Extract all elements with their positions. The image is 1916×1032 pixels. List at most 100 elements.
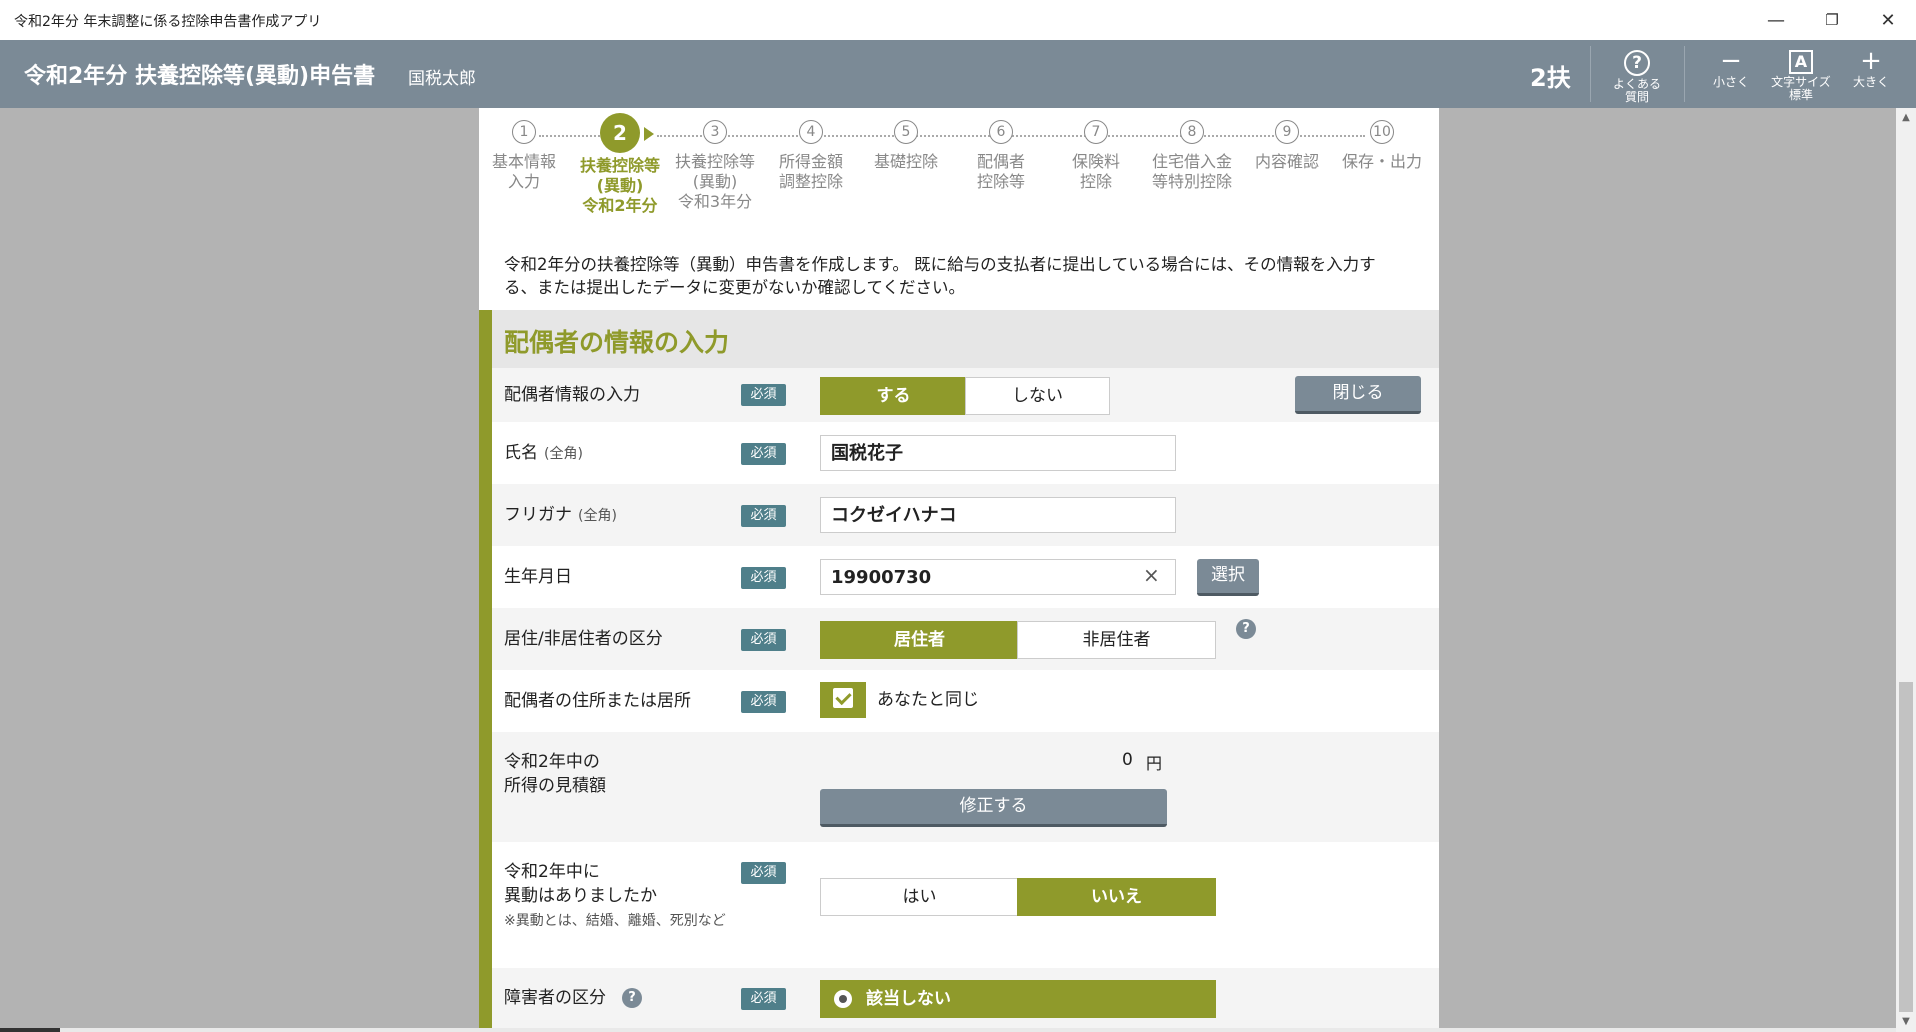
step-2[interactable]: 2 扶養控除等 (異動) 令和2年分	[570, 113, 670, 216]
font-size-icon: A	[1789, 50, 1813, 74]
check-icon	[833, 688, 853, 708]
spouse-address-row: 配偶者の住所または居所 必須 あなたと同じ	[492, 670, 1439, 732]
spouse-kana-input[interactable]: コクゼイハナコ	[820, 497, 1176, 533]
help-icon[interactable]: ?	[622, 988, 642, 1008]
required-badge: 必須	[741, 443, 786, 465]
question-icon: ?	[1624, 50, 1650, 76]
window-title: 令和2年分 年末調整に係る控除申告書作成アプリ	[14, 14, 322, 30]
field-label: 氏名 (全角)	[504, 441, 583, 466]
close-icon: ✕	[1880, 9, 1896, 31]
restore-icon: ❐	[1825, 11, 1839, 29]
clear-icon[interactable]: ×	[1143, 563, 1160, 587]
field-label: 障害者の区分	[504, 988, 606, 1008]
close-window-button[interactable]: ✕	[1860, 0, 1916, 40]
minimize-icon: —	[1767, 9, 1785, 31]
field-label: 生年月日	[504, 567, 572, 587]
change-yes-toggle[interactable]: はい	[820, 878, 1019, 916]
help-icon[interactable]: ?	[1236, 619, 1256, 639]
field-label: 令和2年中の 所得の見積額	[504, 750, 606, 798]
field-label: 配偶者情報の入力	[504, 385, 640, 405]
step-label: 保存・出力	[1341, 152, 1422, 171]
spouse-income-row: 令和2年中の 所得の見積額 0 円 修正する	[492, 732, 1439, 842]
step-label: 内容確認	[1254, 152, 1319, 171]
field-label-line: 令和2年中の	[504, 752, 600, 772]
same-address-checkbox[interactable]	[820, 682, 866, 718]
field-label: フリガナ (全角)	[504, 503, 617, 528]
font-size-standard-button[interactable]: A 文字サイズ 標準	[1766, 46, 1836, 102]
step-label: 所得金額 調整控除	[778, 152, 843, 191]
font-smaller-label: 小さく	[1712, 75, 1749, 89]
spouse-input-no-toggle[interactable]: しない	[965, 377, 1110, 415]
font-larger-button[interactable]: + 大きく	[1836, 46, 1906, 89]
non-resident-toggle[interactable]: 非居住者	[1017, 621, 1216, 659]
step-label: 住宅借入金 等特別控除	[1151, 152, 1232, 191]
step-number: 6	[989, 120, 1013, 144]
minimize-button[interactable]: —	[1748, 0, 1804, 40]
vertical-scrollbar[interactable]: ▲ ▼	[1896, 108, 1916, 1032]
step-7[interactable]: 7 保険料 控除	[1046, 120, 1146, 192]
step-5[interactable]: 5 基礎控除	[856, 120, 956, 172]
spouse-birthdate-input[interactable]: 19900730	[820, 559, 1176, 595]
header-divider	[1684, 46, 1685, 102]
step-8[interactable]: 8 住宅借入金 等特別控除	[1142, 120, 1242, 192]
checkbox-label: あなたと同じ	[877, 690, 979, 710]
edit-income-button[interactable]: 修正する	[820, 789, 1167, 827]
spouse-info-section: 配偶者の情報の入力 配偶者情報の入力 必須 する しない 閉じる 氏名 (全角) …	[479, 310, 1439, 1032]
app-header: 令和2年分 扶養控除等(異動)申告書 国税太郎 2扶 ? よくある 質問 − 小…	[0, 40, 1916, 108]
field-hint: (全角)	[544, 446, 583, 462]
step-1[interactable]: 1 基本情報 入力	[479, 120, 574, 192]
step-9[interactable]: 9 内容確認	[1237, 120, 1337, 172]
select-date-button[interactable]: 選択	[1197, 559, 1259, 596]
step-6[interactable]: 6 配偶者 控除等	[951, 120, 1051, 192]
bottom-strip	[0, 1028, 1896, 1032]
step-number: 7	[1084, 120, 1108, 144]
step-number: 2	[600, 113, 640, 153]
faq-button[interactable]: ? よくある 質問	[1602, 46, 1672, 104]
field-label: 配偶者の住所または居所	[504, 691, 691, 711]
step-number: 4	[799, 120, 823, 144]
field-label-line: 所得の見積額	[504, 776, 606, 796]
section-title: 配偶者の情報の入力	[504, 328, 730, 357]
required-badge: 必須	[741, 629, 786, 651]
spouse-name-input[interactable]: 国税花子	[820, 435, 1176, 471]
field-note: ※異動とは、結婚、離婚、死別など	[504, 913, 726, 929]
field-label-text: フリガナ	[504, 505, 572, 525]
step-number: 3	[703, 120, 727, 144]
step-label: 配偶者 控除等	[976, 152, 1025, 191]
spouse-input-yes-toggle[interactable]: する	[820, 377, 967, 415]
required-badge: 必須	[741, 862, 786, 884]
step-4[interactable]: 4 所得金額 調整控除	[761, 120, 861, 192]
step-number: 1	[512, 120, 536, 144]
restore-button[interactable]: ❐	[1804, 0, 1860, 40]
field-label-text: 氏名	[504, 443, 538, 463]
required-badge: 必須	[741, 691, 786, 713]
header-divider	[1590, 46, 1591, 102]
change-no-toggle[interactable]: いいえ	[1017, 878, 1216, 916]
bottom-strip-mark	[0, 1028, 60, 1032]
step-number: 10	[1370, 120, 1394, 144]
section-accent-bar	[479, 310, 492, 1032]
font-smaller-button[interactable]: − 小さく	[1696, 46, 1766, 89]
scroll-thumb[interactable]	[1899, 682, 1913, 1012]
field-label: 令和2年中に 異動はありましたか ※異動とは、結婚、離婚、死別など	[504, 860, 726, 933]
step-10[interactable]: 10 保存・出力	[1332, 120, 1432, 172]
scroll-up-icon[interactable]: ▲	[1896, 108, 1916, 128]
spouse-name-row: 氏名 (全角) 必須 国税花子	[492, 422, 1439, 484]
disability-none-radio[interactable]: 該当しない	[820, 980, 1216, 1018]
minus-icon: −	[1720, 46, 1742, 76]
intro-text: 令和2年分の扶養控除等（異動）申告書を作成します。 既に給与の支払者に提出してい…	[504, 255, 1376, 297]
step-label: 扶養控除等 (異動) 令和3年分	[674, 152, 755, 211]
resident-toggle[interactable]: 居住者	[820, 621, 1019, 659]
scroll-down-icon[interactable]: ▼	[1896, 1012, 1916, 1032]
required-badge: 必須	[741, 988, 786, 1010]
form-badge: 2扶	[1530, 64, 1571, 92]
close-section-button[interactable]: 閉じる	[1295, 376, 1421, 414]
field-label: 居住/非居住者の区分	[504, 629, 663, 649]
main-panel: 1 基本情報 入力 2 扶養控除等 (異動) 令和2年分 3 扶養控除等 (異動) 令…	[479, 108, 1439, 1032]
window-titlebar: 令和2年分 年末調整に係る控除申告書作成アプリ — ❐ ✕	[0, 0, 1916, 40]
step-label: 扶養控除等 (異動) 令和2年分	[579, 156, 660, 215]
field-label-line: 異動はありましたか	[504, 886, 657, 906]
step-3[interactable]: 3 扶養控除等 (異動) 令和3年分	[665, 120, 765, 212]
faq-label: よくある 質問	[1612, 77, 1661, 104]
spouse-residency-row: 居住/非居住者の区分 必須 居住者 非居住者 ?	[492, 608, 1439, 670]
